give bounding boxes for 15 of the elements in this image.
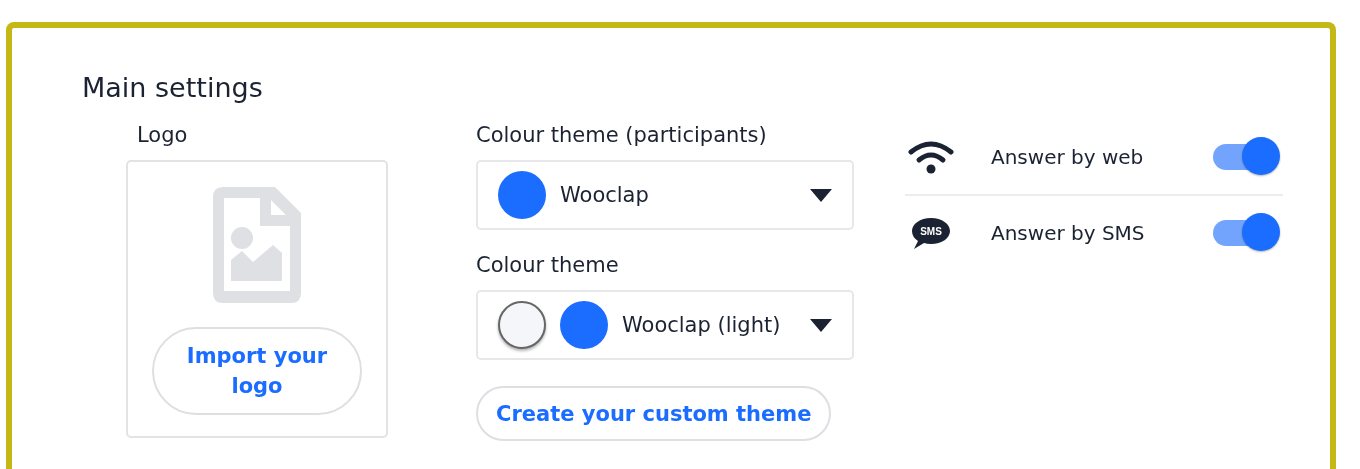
option-label: Answer by web [991,145,1145,169]
caret-icon [810,188,832,202]
theme-dropdown[interactable]: Wooclap (light) [476,290,854,360]
import-logo-button[interactable]: Import your logo [152,327,362,415]
field-label: Logo [137,122,189,149]
caret-icon [810,318,832,332]
field-label: Colour theme (participants) [476,122,767,149]
image-file-icon [213,187,301,303]
field-label: Colour theme [476,252,619,279]
create-theme-button[interactable]: Create your custom theme [476,386,832,441]
section-title: Main settings [82,71,264,105]
sms-icon: SMS [911,216,951,250]
option-label: Answer by SMS [991,221,1146,245]
theme-dropdown[interactable]: Wooclap [476,160,854,230]
wifi-icon [908,140,954,174]
